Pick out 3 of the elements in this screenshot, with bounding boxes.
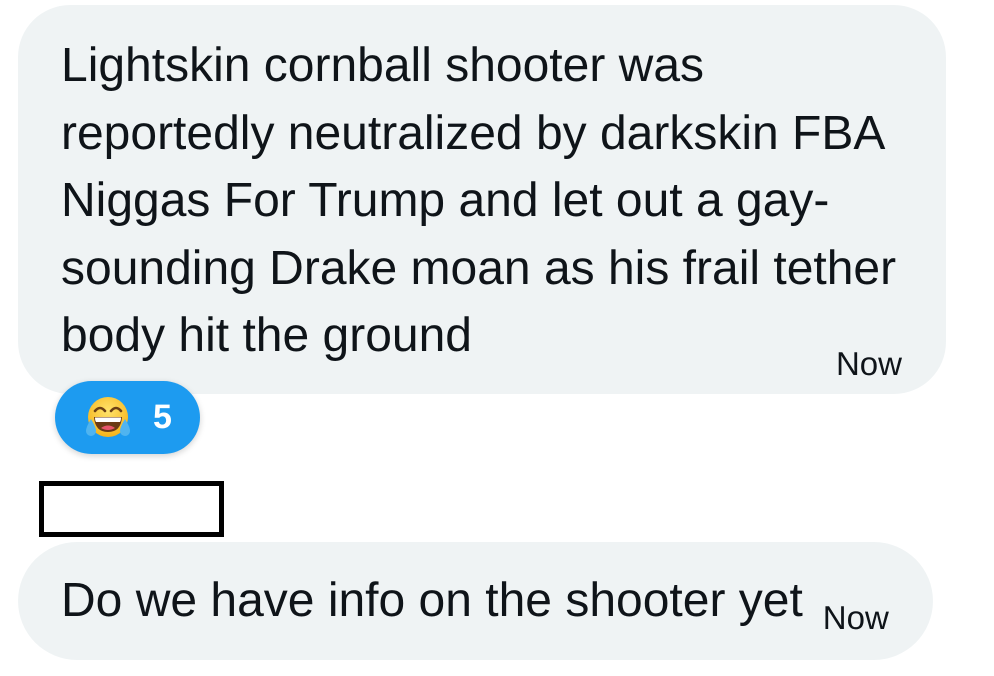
timestamp: Now xyxy=(822,601,889,634)
reaction-button[interactable]: 5 xyxy=(55,381,200,454)
message-text: Do we have info on the shooter yet xyxy=(61,574,803,627)
